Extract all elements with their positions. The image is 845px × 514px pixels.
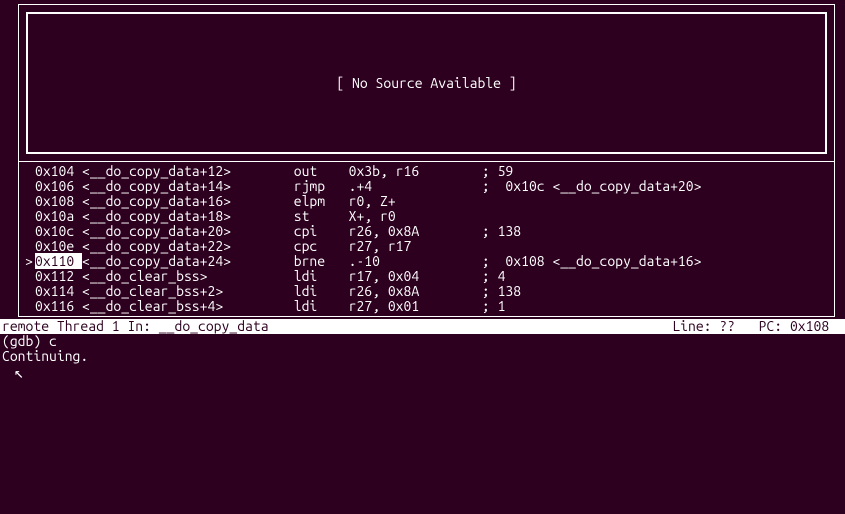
asm-address: 0x10c xyxy=(35,223,82,239)
asm-gutter: > xyxy=(25,254,35,269)
asm-symbol: <__do_clear_bss> xyxy=(82,268,294,284)
asm-gutter xyxy=(25,194,35,209)
asm-gutter xyxy=(25,269,35,284)
asm-mnemonic: rjmp xyxy=(294,178,349,194)
status-sep xyxy=(735,319,759,334)
asm-address: 0x110 xyxy=(35,253,82,269)
asm-symbol: <__do_copy_data+18> xyxy=(82,208,294,224)
gdb-prompt-line[interactable]: (gdb) c xyxy=(2,334,843,349)
status-line-spacer xyxy=(712,319,720,334)
asm-mnemonic: cpc xyxy=(294,238,349,254)
asm-gutter xyxy=(25,224,35,239)
source-panel: [ No Source Available ] xyxy=(26,12,827,154)
gdb-output-line: Continuing. xyxy=(2,349,843,364)
asm-operands: .-10 xyxy=(349,253,482,269)
asm-gutter xyxy=(25,179,35,194)
asm-row[interactable]: >0x110 <__do_copy_data+24> brne .-10 ; 0… xyxy=(19,254,834,269)
asm-comment: ; 4 xyxy=(482,268,506,284)
asm-address: 0x10e xyxy=(35,238,82,254)
asm-symbol: <__do_clear_bss+2> xyxy=(82,283,294,299)
status-bar: remote Thread 1 In: __do_copy_data Line:… xyxy=(0,319,845,334)
asm-operands: r0, Z+ xyxy=(349,193,482,209)
asm-operands: r17, 0x04 xyxy=(349,268,482,284)
asm-symbol: <__do_copy_data+20> xyxy=(82,223,294,239)
asm-mnemonic: out xyxy=(294,163,349,179)
asm-comment: ; 0x108 <__do_copy_data+16> xyxy=(482,253,702,269)
asm-operands: r26, 0x8A xyxy=(349,283,482,299)
asm-address: 0x108 xyxy=(35,193,82,209)
asm-mnemonic: ldi xyxy=(294,283,349,299)
asm-gutter xyxy=(25,299,35,314)
asm-comment: ; 138 xyxy=(482,283,521,299)
asm-mnemonic: ldi xyxy=(294,298,349,314)
asm-operands: r27, r17 xyxy=(349,238,482,254)
asm-operands: X+, r0 xyxy=(349,208,482,224)
asm-operands: r26, 0x8A xyxy=(349,223,482,239)
asm-row[interactable]: 0x108 <__do_copy_data+16> elpm r0, Z+ xyxy=(19,194,834,209)
status-pc-value: 0x108 xyxy=(790,319,829,334)
asm-address: 0x114 xyxy=(35,283,82,299)
asm-comment: ; 1 xyxy=(482,298,506,314)
asm-symbol: <__do_copy_data+22> xyxy=(82,238,294,254)
status-line-label: Line: xyxy=(672,319,711,334)
gdb-command: c xyxy=(49,333,57,349)
asm-address: 0x106 xyxy=(35,178,82,194)
asm-gutter xyxy=(25,164,35,179)
asm-symbol: <__do_copy_data+12> xyxy=(82,163,294,179)
asm-address: 0x116 xyxy=(35,298,82,314)
status-line-value: ?? xyxy=(719,319,735,334)
asm-operands: r27, 0x01 xyxy=(349,298,482,314)
status-pc-label: PC: xyxy=(759,319,783,334)
gdb-console[interactable]: (gdb) c Continuing. ↖ xyxy=(0,334,845,380)
asm-address: 0x104 xyxy=(35,163,82,179)
asm-mnemonic: st xyxy=(294,208,349,224)
asm-mnemonic: elpm xyxy=(294,193,349,209)
asm-address: 0x112 xyxy=(35,268,82,284)
disassembly-panel[interactable]: 0x104 <__do_copy_data+12> out 0x3b, r16 … xyxy=(18,162,835,317)
asm-comment: ; 138 xyxy=(482,223,521,239)
status-thread: remote Thread 1 In: __do_copy_data xyxy=(2,319,672,334)
asm-mnemonic: cpi xyxy=(294,223,349,239)
asm-row[interactable]: 0x116 <__do_clear_bss+4> ldi r27, 0x01 ;… xyxy=(19,299,834,314)
asm-symbol: <__do_clear_bss+4> xyxy=(82,298,294,314)
asm-symbol: <__do_copy_data+24> xyxy=(82,253,294,269)
asm-operands: 0x3b, r16 xyxy=(349,163,482,179)
asm-mnemonic: brne xyxy=(294,253,349,269)
asm-symbol: <__do_copy_data+14> xyxy=(82,178,294,194)
asm-comment: ; 0x10c <__do_copy_data+20> xyxy=(482,178,702,194)
asm-gutter xyxy=(25,284,35,299)
asm-row[interactable]: 0x10a <__do_copy_data+18> st X+, r0 xyxy=(19,209,834,224)
status-pc-spacer xyxy=(782,319,790,334)
asm-gutter xyxy=(25,239,35,254)
asm-row[interactable]: 0x104 <__do_copy_data+12> out 0x3b, r16 … xyxy=(19,164,834,179)
gdb-prompt: (gdb) xyxy=(2,333,49,349)
asm-row[interactable]: 0x114 <__do_clear_bss+2> ldi r26, 0x8A ;… xyxy=(19,284,834,299)
asm-row[interactable]: 0x10c <__do_copy_data+20> cpi r26, 0x8A … xyxy=(19,224,834,239)
tui-top-frame: [ No Source Available ] xyxy=(18,4,835,162)
asm-comment: ; 59 xyxy=(482,163,513,179)
no-source-message: [ No Source Available ] xyxy=(336,76,516,91)
asm-row[interactable]: 0x106 <__do_copy_data+14> rjmp .+4 ; 0x1… xyxy=(19,179,834,194)
asm-address: 0x10a xyxy=(35,208,82,224)
mouse-cursor-icon: ↖ xyxy=(14,365,845,381)
asm-symbol: <__do_copy_data+16> xyxy=(82,193,294,209)
asm-operands: .+4 xyxy=(349,178,482,194)
asm-gutter xyxy=(25,209,35,224)
asm-row[interactable]: 0x10e <__do_copy_data+22> cpc r27, r17 xyxy=(19,239,834,254)
status-tail-spacer xyxy=(829,319,837,334)
asm-mnemonic: ldi xyxy=(294,268,349,284)
asm-row[interactable]: 0x112 <__do_clear_bss> ldi r17, 0x04 ; 4 xyxy=(19,269,834,284)
